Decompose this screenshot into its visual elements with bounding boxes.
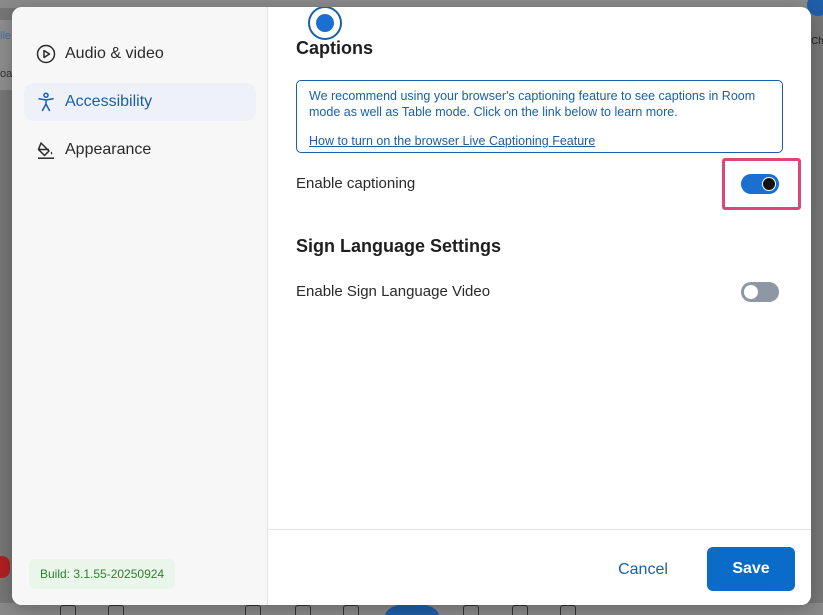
sidebar-item-audio-video[interactable]: Audio & video: [24, 35, 256, 73]
background-tool-icon: [560, 605, 576, 615]
build-version-badge: Build: 3.1.55-20250924: [29, 559, 176, 589]
highlight-box: [722, 158, 801, 210]
background-left-text: lle: [0, 30, 12, 42]
sidebar-item-label: Audio & video: [65, 45, 164, 62]
background-tool-icon: [60, 605, 76, 615]
background-tool-icon: [295, 605, 311, 615]
background-tool-icon: [108, 605, 124, 615]
sidebar-item-label: Accessibility: [65, 93, 153, 110]
sidebar-item-label: Appearance: [65, 141, 152, 158]
live-captioning-link[interactable]: How to turn on the browser Live Captioni…: [309, 133, 595, 149]
enable-sign-language-label: Enable Sign Language Video: [296, 283, 491, 300]
enable-sign-language-toggle[interactable]: [741, 282, 779, 302]
play-circle-icon: [36, 44, 56, 64]
captions-title: Captions: [296, 38, 374, 58]
captions-info-box: We recommend using your browser's captio…: [296, 80, 783, 153]
background-tool-icon: [512, 605, 528, 615]
save-button[interactable]: Save: [707, 547, 795, 591]
paint-bucket-icon: [36, 140, 56, 160]
modal-footer: Cancel Save: [269, 529, 811, 605]
background-tool-icon: [463, 605, 479, 615]
sidebar-item-appearance[interactable]: Appearance: [24, 131, 256, 169]
accessibility-icon: [36, 92, 56, 112]
background-right-text: Ch: [811, 36, 823, 47]
enable-captioning-label: Enable captioning: [296, 175, 416, 192]
toggle-knob: [744, 285, 758, 299]
radio-indicator[interactable]: [308, 7, 342, 40]
cancel-button[interactable]: Cancel: [607, 554, 679, 586]
settings-sidebar: Audio & video Accessibility Appearance B…: [12, 7, 268, 605]
sidebar-item-accessibility[interactable]: Accessibility: [24, 83, 256, 121]
sign-language-title: Sign Language Settings: [296, 236, 502, 256]
background-tool-icon: [343, 605, 359, 615]
accessibility-panel: Captions We recommend using your browser…: [269, 7, 811, 529]
settings-modal: Audio & video Accessibility Appearance B…: [12, 7, 811, 605]
radio-dot: [316, 14, 334, 32]
captions-info-text: We recommend using your browser's captio…: [309, 89, 756, 119]
background-tool-icon: [245, 605, 261, 615]
